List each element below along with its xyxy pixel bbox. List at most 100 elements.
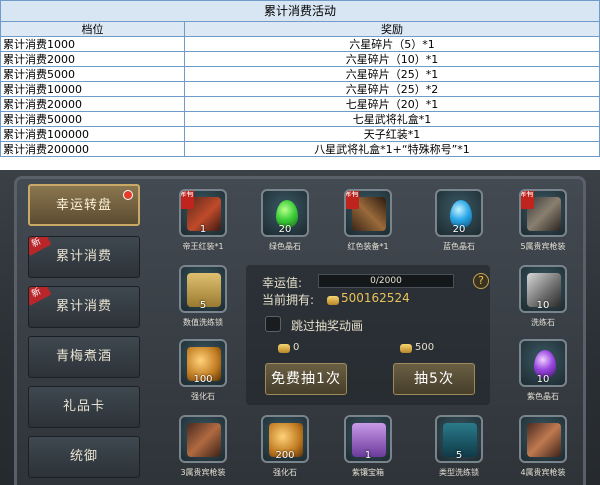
tier-cell: 累计消费1000 [0, 36, 185, 52]
table-row: 累计消费20000 七星碎片（20）*1 [0, 96, 600, 112]
sidebar-item-label: 累计消费 [55, 249, 112, 264]
draw-five-button[interactable]: 抽5次 [393, 363, 475, 395]
prize-icon [179, 415, 227, 463]
prize-count: 5 [455, 450, 463, 461]
prize-label: 4属贵宾枪装 [520, 468, 566, 477]
reward-cell: 六星碎片（5）*1 [184, 36, 600, 52]
luck-value: 0/2000 [370, 276, 402, 286]
prize-count: 20 [452, 224, 466, 235]
prize-label: 蓝色晶石 [443, 242, 475, 251]
sidebar-item-label: 统御 [69, 449, 98, 464]
table-row: 累计消费2000 六星碎片（10）*1 [0, 51, 600, 67]
sidebar-item-plum-wine[interactable]: 青梅煮酒 [28, 336, 140, 378]
tier-cell: 累计消费2000 [0, 51, 185, 67]
prize-slot[interactable]: 20 绿色晶石 [250, 186, 320, 258]
prize-icon: 10 [519, 265, 567, 313]
lucky-wheel-panel: 幸运转盘 新 累计消费 新 累计消费 青梅煮酒 礼品卡 统御 稀有 1 帝王红装… [0, 170, 600, 485]
sidebar-item-cumulative-spend-2[interactable]: 新 累计消费 [28, 286, 140, 328]
prize-icon: 20 [261, 189, 309, 237]
prize-label: 绿色晶石 [269, 242, 301, 251]
prize-slot[interactable]: 20 蓝色晶石 [424, 186, 494, 258]
reward-cell: 六星碎片（10）*1 [184, 51, 600, 67]
table-row: 累计消费1000 六星碎片（5）*1 [0, 36, 600, 52]
column-header-reward: 奖励 [184, 21, 600, 37]
sidebar-item-label: 礼品卡 [62, 399, 105, 414]
prize-count: 5 [199, 300, 207, 311]
reward-cell: 八星武将礼盒*1+“特殊称号”*1 [184, 141, 600, 157]
prize-label: 强化石 [191, 392, 215, 401]
table-title: 累计消费活动 [0, 0, 600, 22]
reward-cell: 七星武将礼盒*1 [184, 111, 600, 127]
prize-slot[interactable]: 4属贵宾枪装 [508, 412, 578, 484]
prize-slot[interactable]: 稀有 1 帝王红装*1 [168, 186, 238, 258]
prize-icon: 5 [179, 265, 227, 313]
prize-count: 200 [275, 450, 295, 461]
tier-cell: 累计消费5000 [0, 66, 185, 82]
new-tag-icon: 新 [29, 237, 52, 256]
prize-label: 强化石 [273, 468, 297, 477]
gold-ingot-icon [400, 344, 412, 353]
sidebar-item-label: 累计消费 [55, 299, 112, 314]
prize-slot[interactable]: 3属贵宾枪装 [168, 412, 238, 484]
sidebar-item-lucky-wheel[interactable]: 幸运转盘 [28, 184, 140, 226]
gold-ingot-icon [327, 296, 339, 305]
prize-label: 数值洗练锁 [183, 318, 223, 327]
help-icon[interactable]: ? [473, 273, 489, 289]
prize-slot[interactable]: 稀有 红色装备*1 [333, 186, 403, 258]
prize-icon: 1 [344, 415, 392, 463]
sidebar-item-cumulative-spend[interactable]: 新 累计消费 [28, 236, 140, 278]
rare-tag: 稀有 [181, 191, 194, 209]
owned-value: 500162524 [341, 291, 410, 305]
tier-cell: 累计消费20000 [0, 96, 185, 112]
prize-label: 帝王红装*1 [182, 242, 224, 251]
sidebar-item-label: 幸运转盘 [55, 198, 112, 213]
tier-cell: 累计消费50000 [0, 111, 185, 127]
prize-slot[interactable]: 10 紫色晶石 [508, 336, 578, 408]
prize-icon: 100 [179, 339, 227, 387]
activity-sidebar: 幸运转盘 新 累计消费 新 累计消费 青梅煮酒 礼品卡 统御 [22, 182, 144, 485]
prize-slot[interactable]: 200 强化石 [250, 412, 320, 484]
prize-icon: 200 [261, 415, 309, 463]
column-header-tier: 档位 [0, 21, 185, 37]
luck-progress-bar: 0/2000 [318, 274, 454, 288]
prize-label: 类型洗练锁 [439, 468, 479, 477]
prize-icon [519, 415, 567, 463]
new-tag-icon: 新 [29, 287, 52, 306]
prize-slot[interactable]: 5 数值洗练锁 [168, 262, 238, 334]
skip-animation-checkbox[interactable] [265, 316, 281, 332]
skip-animation-label: 跳过抽奖动画 [291, 319, 364, 333]
sidebar-item-gift-card[interactable]: 礼品卡 [28, 386, 140, 428]
prize-label: 洗练石 [531, 318, 555, 327]
prize-slot[interactable]: 5 类型洗练锁 [424, 412, 494, 484]
prize-slot[interactable]: 10 洗练石 [508, 262, 578, 334]
sidebar-item-label: 青梅煮酒 [55, 349, 112, 364]
prize-count: 10 [536, 374, 550, 385]
reward-cell: 六星碎片（25）*2 [184, 81, 600, 97]
free-draw-button[interactable]: 免费抽1次 [265, 363, 347, 395]
table-row: 累计消费50000 七星武将礼盒*1 [0, 111, 600, 127]
tier-cell: 累计消费100000 [0, 126, 185, 142]
prize-slot[interactable]: 1 紫镶宝箱 [333, 412, 403, 484]
prize-label: 红色装备*1 [347, 242, 389, 251]
table-row: 累计消费100000 天子红装*1 [0, 126, 600, 142]
prize-icon: 稀有 [519, 189, 567, 237]
table-row: 累计消费5000 六星碎片（25）*1 [0, 66, 600, 82]
sidebar-item-command[interactable]: 统御 [28, 436, 140, 478]
tier-cell: 累计消费200000 [0, 141, 185, 157]
prize-count: 1 [199, 224, 207, 235]
luck-label: 幸运值: [262, 276, 303, 290]
prize-count: 20 [278, 224, 292, 235]
helmet-icon [527, 423, 561, 457]
prize-slot[interactable]: 100 强化石 [168, 336, 238, 408]
notification-dot [123, 190, 133, 200]
table-row: 累计消费10000 六星碎片（25）*2 [0, 81, 600, 97]
rare-tag: 稀有 [521, 191, 534, 209]
tier-cell: 累计消费10000 [0, 81, 185, 97]
prize-count: 1 [364, 450, 372, 461]
rare-tag: 稀有 [346, 191, 359, 209]
reward-table: 累计消费活动 档位 奖励 累计消费1000 六星碎片（5）*1 累计消费2000 六… [0, 0, 600, 157]
prize-label: 紫镶宝箱 [352, 468, 384, 477]
prize-icon: 20 [435, 189, 483, 237]
prize-slot[interactable]: 稀有 5属贵宾枪装 [508, 186, 578, 258]
prize-icon: 5 [435, 415, 483, 463]
